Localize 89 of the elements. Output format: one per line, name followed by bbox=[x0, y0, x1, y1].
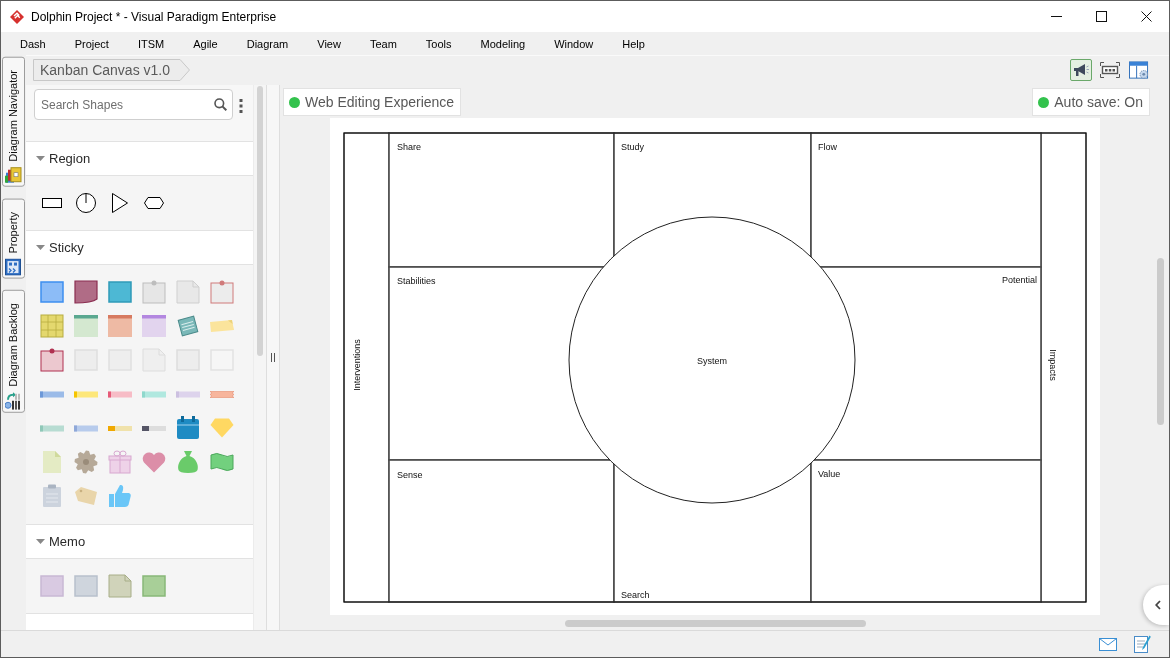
more-options-icon bbox=[239, 99, 243, 113]
minimize-icon bbox=[1051, 16, 1062, 17]
lane-label: Interventions bbox=[352, 339, 362, 391]
more-options-button[interactable] bbox=[239, 99, 243, 113]
menu-item[interactable]: View bbox=[317, 37, 341, 50]
notepad-pen-icon bbox=[1134, 635, 1151, 653]
window-gear-icon bbox=[1129, 60, 1149, 80]
triangle-icon[interactable] bbox=[112, 193, 128, 213]
region-label: Stabilities bbox=[397, 276, 436, 286]
bag-icon[interactable] bbox=[177, 450, 199, 474]
section-header[interactable]: Region bbox=[26, 141, 253, 176]
menu-item[interactable]: Window bbox=[554, 37, 594, 50]
menu-item[interactable]: Modeling bbox=[480, 37, 526, 50]
menu-item[interactable]: Team bbox=[369, 37, 397, 50]
folder-stack-icon bbox=[5, 166, 22, 184]
region-label: Value bbox=[818, 469, 841, 479]
side-tab-label: Property bbox=[6, 211, 20, 254]
gear-icon[interactable] bbox=[74, 450, 98, 474]
app-logo-icon bbox=[10, 9, 24, 24]
menu-item[interactable]: Tools bbox=[425, 37, 452, 50]
property-grid-icon bbox=[5, 258, 22, 276]
mail-icon bbox=[1099, 637, 1117, 651]
notes-button[interactable] bbox=[1134, 635, 1151, 653]
close-icon bbox=[1141, 11, 1152, 22]
side-tab-label: Diagram Backlog bbox=[6, 303, 20, 388]
hexagon-icon[interactable] bbox=[144, 197, 164, 209]
section-title: Sticky bbox=[49, 240, 84, 255]
menu-item[interactable]: Agile bbox=[193, 37, 218, 50]
lane-label: Impacts bbox=[1048, 349, 1058, 381]
collapse-button[interactable] bbox=[1143, 585, 1169, 625]
breadcrumb[interactable]: Kanban Canvas v1.0 bbox=[33, 59, 190, 81]
section-title: Region bbox=[49, 151, 91, 166]
page-icon[interactable] bbox=[42, 450, 62, 474]
scrollbar-thumb[interactable] bbox=[1157, 258, 1164, 425]
splitter[interactable] bbox=[266, 85, 280, 630]
center-label: System bbox=[697, 356, 727, 366]
region-label: Search bbox=[621, 590, 650, 600]
mail-button[interactable] bbox=[1099, 637, 1117, 651]
toolbar-button[interactable] bbox=[1070, 59, 1092, 81]
pinned-note-icon[interactable] bbox=[210, 280, 234, 304]
menu-item[interactable]: Project bbox=[74, 37, 109, 50]
toolbar-button[interactable] bbox=[1128, 59, 1150, 81]
search-icon bbox=[214, 98, 227, 111]
flag-icon[interactable] bbox=[210, 452, 234, 472]
scrollbar-thumb[interactable] bbox=[565, 620, 866, 627]
menu-item[interactable]: ITSM bbox=[137, 37, 165, 50]
menu-item[interactable]: Dash bbox=[20, 37, 46, 50]
circle-icon[interactable] bbox=[76, 193, 96, 213]
section-title: Memo bbox=[49, 534, 86, 549]
clipboard-icon[interactable] bbox=[42, 484, 62, 508]
refresh-bars-icon bbox=[5, 392, 22, 411]
tag-icon[interactable] bbox=[74, 486, 98, 506]
badge-label: Auto save: On bbox=[1054, 94, 1143, 110]
badge-label: Web Editing Experience bbox=[305, 94, 455, 110]
chevron-left-icon bbox=[1155, 600, 1161, 610]
side-tab[interactable]: Diagram Navigator bbox=[2, 57, 25, 187]
window-title: Dolphin Project * - Visual Paradigm Enterprise bbox=[31, 9, 277, 24]
caret-icon bbox=[36, 539, 45, 544]
region-label: Study bbox=[621, 142, 644, 152]
maximize-icon bbox=[1096, 11, 1107, 22]
sticky-note-icon[interactable] bbox=[74, 280, 98, 304]
region-label: Potential bbox=[1001, 275, 1037, 285]
side-tab[interactable]: Property bbox=[2, 198, 25, 279]
scrollbar-thumb[interactable] bbox=[257, 86, 263, 356]
grip-icon bbox=[271, 353, 275, 362]
section-header[interactable]: Memo bbox=[26, 524, 253, 559]
side-tab[interactable]: Diagram Backlog bbox=[2, 290, 25, 414]
tape-icon[interactable] bbox=[142, 424, 166, 432]
caret-icon bbox=[36, 156, 45, 161]
diamond-icon[interactable] bbox=[210, 418, 234, 438]
gift-icon[interactable] bbox=[108, 450, 132, 474]
tape-icon[interactable] bbox=[108, 390, 132, 398]
fit-frame-icon bbox=[1100, 62, 1120, 78]
region-label: Sense bbox=[397, 470, 423, 480]
rectangle-icon[interactable] bbox=[42, 198, 62, 208]
megaphone-icon bbox=[1073, 63, 1089, 77]
region-label: Flow bbox=[818, 142, 837, 152]
section-header[interactable]: Sticky bbox=[26, 230, 253, 265]
pinned-note-icon[interactable] bbox=[40, 348, 64, 372]
heart-icon[interactable] bbox=[142, 451, 166, 473]
region-label: Share bbox=[397, 142, 422, 152]
menu-item[interactable]: Diagram bbox=[246, 37, 289, 50]
thumbs-up-icon[interactable] bbox=[108, 484, 132, 508]
caret-icon bbox=[36, 245, 45, 250]
side-tab-label: Diagram Navigator bbox=[6, 70, 20, 162]
menu-item[interactable]: Help bbox=[622, 37, 645, 50]
calendar-icon[interactable] bbox=[176, 416, 200, 440]
toolbar-button[interactable] bbox=[1099, 59, 1121, 81]
search-field[interactable]: Search Shapes bbox=[34, 89, 233, 120]
